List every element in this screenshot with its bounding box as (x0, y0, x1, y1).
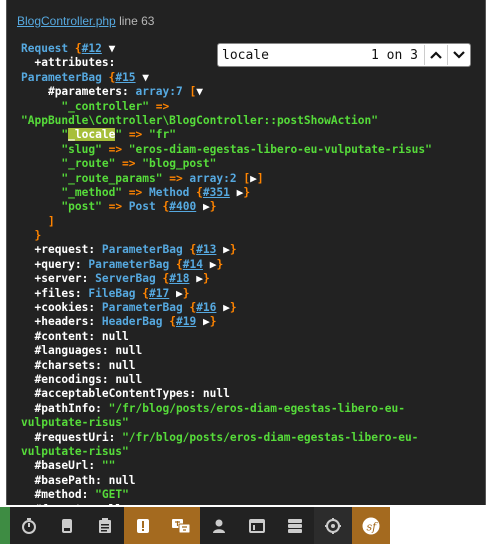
timer-icon[interactable] (10, 507, 48, 544)
object-ref[interactable]: #12 (82, 42, 102, 55)
dump-line: #acceptableContentTypes: null (34, 387, 230, 401)
dump-line: "_route" => "blog_post" (61, 157, 217, 171)
dump-line: #charsets: null (34, 358, 136, 372)
dump-line: #parameters: array:7 [▼ (47, 85, 203, 99)
debug-toolbar: sf (0, 507, 490, 544)
dump-line: #languages: null (34, 344, 143, 358)
dump-line: } (34, 229, 42, 243)
dump-line: "_method" => Method {#351 ▶} (61, 185, 251, 199)
dump-line: ] (47, 214, 55, 228)
file-line: line 63 (119, 14, 155, 28)
object-ref[interactable]: #351 (203, 186, 230, 199)
dump-line: "_route_params" => array:2 [▶] (61, 171, 264, 185)
dump-line: #encodings: null (34, 372, 143, 386)
dump-line: +query: ParameterBag {#14 ▶} (34, 257, 224, 271)
dump-line: vulputate-risus" (21, 444, 129, 458)
dump-line: vulputate-risus" (21, 416, 129, 430)
dump-panel: BlogController.php line 63 1 on 3 Reques… (6, 0, 486, 516)
dump-line: "AppBundle\Controller\BlogController::po… (21, 113, 378, 127)
dump-line: +headers: HeaderBag {#19 ▶} (34, 315, 217, 329)
server-icon[interactable] (276, 507, 314, 544)
dump-line: #content: null (34, 329, 129, 343)
object-ref[interactable]: #17 (149, 287, 169, 300)
search-next-button[interactable] (447, 45, 470, 65)
dump-line: "slug" => "eros-diam-egestas-libero-eu-v… (61, 142, 432, 156)
dump-lines: Request {#12 ▼ +attributes: ParameterBag… (21, 42, 432, 517)
dump-line: #method: "GET" (34, 488, 129, 502)
search-highlight: _locale (68, 128, 116, 142)
dump-line: Request {#12 ▼ (21, 42, 116, 55)
object-ref[interactable]: #14 (183, 258, 203, 271)
file-link[interactable]: BlogController.php (17, 14, 116, 28)
file-header: BlogController.php line 63 (17, 14, 154, 28)
dump-line: #baseUrl: "" (34, 459, 116, 473)
dump-line: +request: ParameterBag {#13 ▶} (34, 243, 237, 257)
object-ref[interactable]: #15 (115, 71, 135, 84)
object-ref[interactable]: #18 (169, 272, 189, 285)
target-icon[interactable] (314, 507, 352, 544)
dump-line: #basePath: null (34, 473, 136, 487)
toolbar-status (0, 507, 10, 544)
object-ref[interactable]: #19 (176, 315, 196, 328)
dump-line: "_locale" => "fr" (61, 128, 176, 142)
symfony-icon[interactable]: sf (352, 507, 390, 544)
user-icon[interactable] (200, 507, 238, 544)
exception-icon[interactable] (124, 507, 162, 544)
dump-line: ParameterBag {#15 ▼ (21, 70, 150, 84)
translation-icon[interactable] (162, 507, 200, 544)
database-icon[interactable] (48, 507, 86, 544)
toolbar-spacer (390, 507, 490, 544)
forms-icon[interactable] (86, 507, 124, 544)
object-ref[interactable]: #400 (169, 200, 196, 213)
dump-line: +cookies: ParameterBag {#16 ▶} (34, 301, 237, 315)
dump-line: +attributes: (34, 56, 116, 70)
layout-icon[interactable] (238, 507, 276, 544)
dump-line: +files: FileBag {#17 ▶} (34, 286, 190, 300)
object-ref[interactable]: #13 (196, 243, 216, 256)
object-ref[interactable]: #16 (196, 301, 216, 314)
dump-line: #requestUri: "/fr/blog/posts/eros-diam-e… (34, 430, 419, 444)
chevron-down-icon (453, 51, 465, 59)
dump-line: "_controller" => (61, 99, 170, 113)
dump-line: #pathInfo: "/fr/blog/posts/eros-diam-ege… (34, 401, 405, 415)
dump-line: +server: ServerBag {#18 ▶} (34, 272, 210, 286)
dump-line: "post" => Post {#400 ▶} (61, 200, 217, 214)
